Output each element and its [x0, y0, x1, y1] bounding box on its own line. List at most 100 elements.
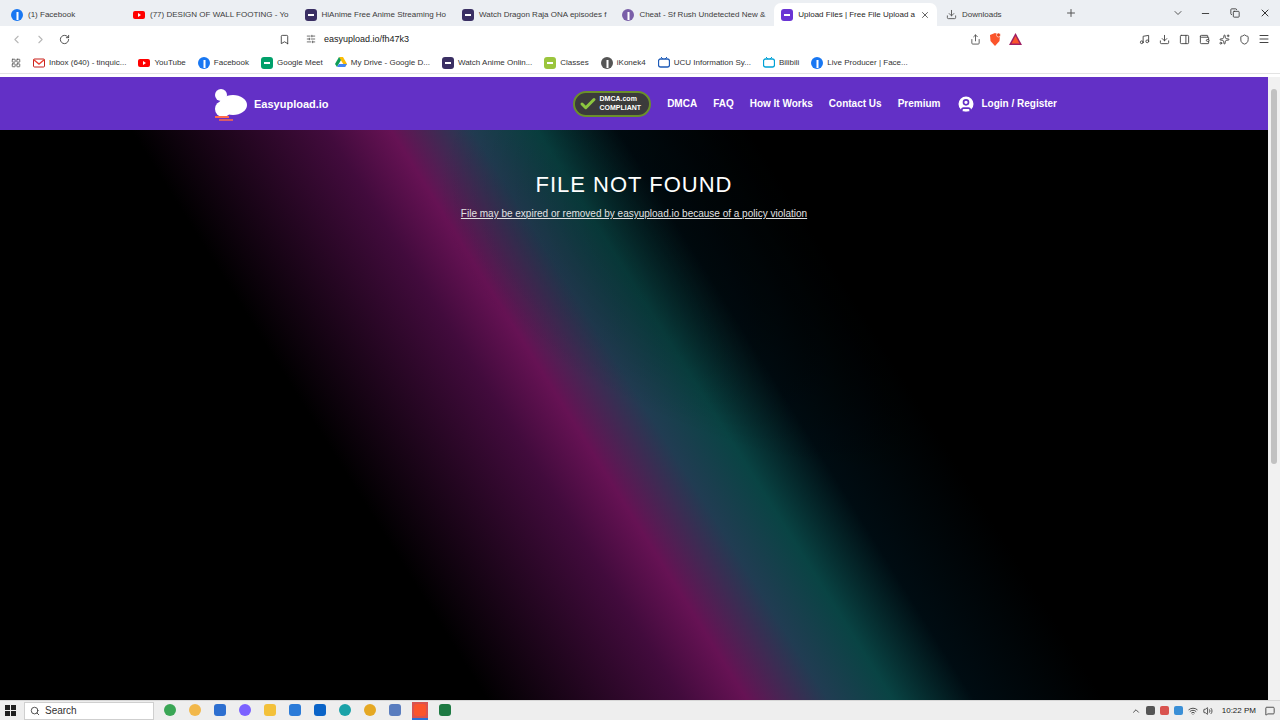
music-icon — [1139, 34, 1150, 45]
forward-button[interactable] — [32, 31, 48, 47]
photos-icon — [389, 704, 401, 716]
tab-label: Upload Files | Free File Upload a — [798, 10, 915, 19]
nav-link[interactable]: Contact Us — [829, 98, 882, 109]
bookmark-item[interactable]: Live Producer | Face... — [811, 57, 907, 69]
tab-label: (77) DESIGN OF WALL FOOTING - Yo — [150, 10, 289, 19]
taskbar-app[interactable] — [237, 702, 253, 720]
minimize-button[interactable] — [1190, 0, 1220, 26]
error-message[interactable]: File may be expired or removed by easyup… — [461, 208, 807, 219]
user-icon — [956, 94, 976, 114]
close-window-button[interactable] — [1250, 0, 1280, 26]
taskbar-app[interactable] — [312, 702, 328, 720]
scrollbar-thumb[interactable] — [1271, 89, 1277, 464]
security-icon — [214, 704, 226, 716]
app-tray-icon[interactable] — [1160, 706, 1169, 715]
taskbar-app[interactable] — [337, 702, 353, 720]
notification-icon[interactable] — [1265, 706, 1275, 716]
scrollbar[interactable] — [1268, 77, 1280, 700]
site-nav: DMCA.comCOMPLIANT DMCA FAQ How It Works Cont… — [573, 91, 1057, 117]
search-icon — [30, 706, 40, 716]
sidebar-button[interactable] — [1176, 31, 1192, 47]
media-button[interactable] — [1136, 31, 1152, 47]
nav-link[interactable]: FAQ — [713, 98, 734, 109]
taskbar-app[interactable] — [362, 702, 378, 720]
nav-link[interactable]: Premium — [898, 98, 941, 109]
start-button[interactable] — [5, 705, 16, 716]
bookmark-item[interactable]: Google Meet — [261, 57, 323, 69]
bookmark-button[interactable] — [276, 31, 292, 47]
leo-button[interactable] — [1216, 31, 1232, 47]
browser-tab[interactable]: Watch Dragon Raja ONA episodes f — [455, 3, 613, 26]
tray-overflow-icon[interactable] — [1131, 706, 1141, 716]
new-tab-button[interactable] — [1059, 0, 1083, 26]
bookmark-item[interactable]: Bilibili — [763, 57, 799, 68]
bookmark-item[interactable]: UCU Information Sy... — [658, 57, 751, 68]
nav-link[interactable]: DMCA — [667, 98, 697, 109]
bookmark-item[interactable]: Facebook — [198, 57, 249, 69]
browser-tab[interactable]: Upload Files | Free File Upload a — [774, 3, 937, 26]
site-logo[interactable]: Easyupload.io — [211, 87, 329, 121]
tab-label: HiAnime Free Anime Streaming Ho — [322, 10, 447, 19]
rewards-triangle-icon[interactable] — [1009, 33, 1022, 45]
tab-label: Cheat - Sf Rush Undetected New & — [639, 10, 765, 19]
classes-icon — [544, 57, 556, 69]
browser-tab[interactable]: Cheat - Sf Rush Undetected New & — [615, 3, 772, 26]
wallet-icon — [1199, 34, 1210, 45]
shield-icon — [1239, 34, 1250, 45]
brave-icon — [414, 704, 426, 716]
taskbar-app[interactable] — [162, 702, 178, 720]
toolbar: easyupload.io/fh47k3 — [0, 26, 1280, 52]
browser-tab[interactable]: (77) DESIGN OF WALL FOOTING - Yo — [126, 3, 296, 26]
bookmark-item[interactable]: Classes — [544, 57, 588, 69]
taskbar-app[interactable] — [262, 702, 278, 720]
taskbar-app[interactable] — [412, 702, 428, 720]
plus-icon — [1065, 7, 1077, 19]
reload-button[interactable] — [56, 31, 72, 47]
hianime-icon — [462, 9, 474, 21]
hianime-icon — [305, 9, 317, 21]
taskbar-app[interactable] — [437, 702, 453, 720]
address-text: easyupload.io/fh47k3 — [324, 34, 962, 44]
excel-icon — [439, 704, 451, 716]
close-tab-button[interactable] — [920, 10, 930, 20]
youtube-icon — [138, 58, 150, 68]
bookmarks-bar: Inbox (640) - tinquic... YouTube Facebook G… — [0, 52, 1280, 74]
login-button[interactable]: Login / Register — [956, 94, 1057, 114]
app-tray-icon[interactable] — [1146, 706, 1155, 715]
share-icon[interactable] — [970, 34, 981, 45]
volume-icon[interactable] — [1203, 706, 1213, 716]
menu-button[interactable] — [1256, 31, 1272, 47]
bookmark-item[interactable]: iKonek4 — [601, 57, 646, 69]
tab-list: (1) Facebook (77) DESIGN OF WALL FOOTING … — [4, 0, 1059, 26]
taskbar-app[interactable] — [212, 702, 228, 720]
downloads-button[interactable] — [1156, 31, 1172, 47]
bookmark-item[interactable]: Inbox (640) - tinquic... — [33, 58, 126, 68]
back-button[interactable] — [8, 31, 24, 47]
wallet-button[interactable] — [1196, 31, 1212, 47]
nav-link[interactable]: How It Works — [750, 98, 813, 109]
taskbar-search[interactable]: Search — [24, 702, 154, 720]
taskbar-app[interactable] — [387, 702, 403, 720]
taskbar-app[interactable] — [187, 702, 203, 720]
wifi-icon[interactable] — [1188, 706, 1198, 716]
bookmark-item[interactable]: YouTube — [138, 58, 185, 68]
browser-tab[interactable]: HiAnime Free Anime Streaming Ho — [298, 3, 454, 26]
minimize-icon — [1200, 8, 1211, 19]
restore-button[interactable] — [1220, 0, 1250, 26]
tab-search-button[interactable] — [1166, 0, 1190, 26]
browser-tab[interactable]: Downloads — [939, 3, 1059, 26]
vpn-button[interactable] — [1236, 31, 1252, 47]
clock[interactable]: 10:22 PM — [1218, 706, 1260, 715]
site-settings-icon[interactable] — [306, 34, 316, 44]
sidebar-icon — [1179, 34, 1190, 45]
apps-grid-icon[interactable] — [11, 58, 21, 68]
chevron-down-icon — [1172, 7, 1184, 19]
browser-tab[interactable]: (1) Facebook — [4, 3, 124, 26]
taskbar-app[interactable] — [287, 702, 303, 720]
dmca-badge[interactable]: DMCA.comCOMPLIANT — [573, 91, 652, 117]
address-bar[interactable]: easyupload.io/fh47k3 — [300, 29, 1028, 49]
bookmark-item[interactable]: Watch Anime Onlin... — [442, 57, 532, 69]
app-tray-icon[interactable] — [1174, 706, 1183, 715]
bookmark-item[interactable]: My Drive - Google D... — [335, 57, 430, 68]
brave-shield-icon[interactable] — [989, 33, 1001, 46]
